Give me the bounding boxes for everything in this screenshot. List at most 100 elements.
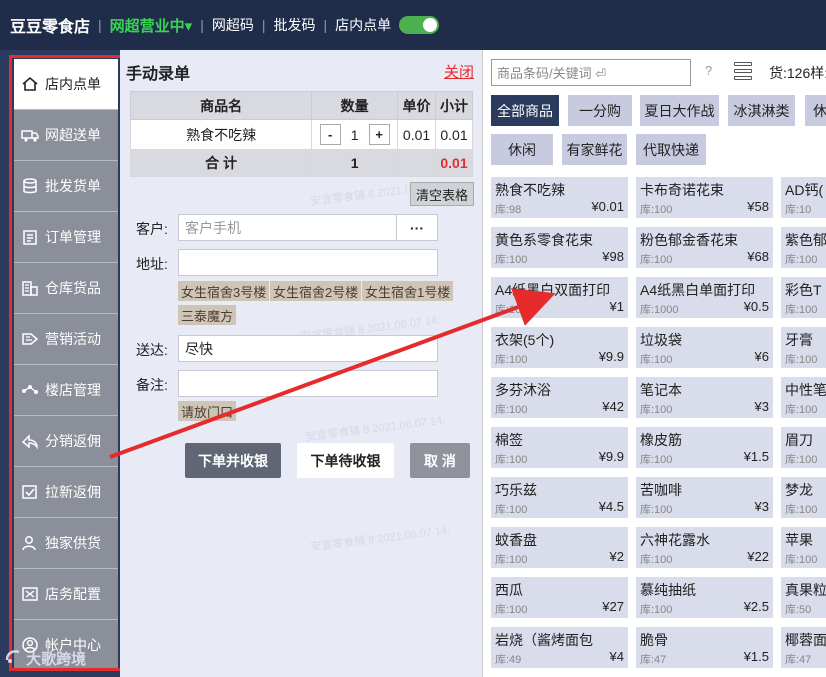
note-tag[interactable]: 请放门口 — [178, 401, 237, 421]
category-tab[interactable]: 夏日大作战 — [640, 95, 719, 126]
sidebar-item[interactable]: 独家供货 — [14, 518, 118, 569]
category-tab[interactable]: 休闲 — [491, 134, 553, 165]
order-pending-pay-button[interactable]: 下单待收银 — [297, 443, 394, 478]
product-card[interactable]: 脆骨 库:47 ¥1.5 — [636, 627, 773, 668]
customer-phone-input[interactable]: 客户手机 — [178, 214, 398, 241]
quantity-stepper: - 1 + — [319, 124, 390, 145]
product-price: ¥3 — [754, 499, 769, 514]
category-tab[interactable]: 全部商品 — [491, 95, 559, 126]
wholesale-code-link[interactable]: 批发码 — [273, 15, 315, 35]
sidebar-item[interactable]: 订单管理 — [14, 212, 118, 263]
cancel-button[interactable]: 取 消 — [410, 443, 470, 478]
list-view-icon[interactable] — [734, 62, 752, 82]
product-card[interactable]: 蚊香盘 库:100 ¥2 — [491, 527, 628, 568]
product-name: 彩色T — [785, 282, 822, 298]
product-stock: 库:100 — [495, 604, 528, 616]
address-tag[interactable]: 女生宿舍2号楼 — [270, 281, 362, 301]
product-card[interactable]: 笔记本 库:100 ¥3 — [636, 377, 773, 418]
product-card[interactable]: 粉色郁金香花束 库:100 ¥68 — [636, 227, 773, 268]
sidebar-item[interactable]: 批发货单 — [14, 161, 118, 212]
product-card[interactable]: 巧乐兹 库:100 ¥4.5 — [491, 477, 628, 518]
col-header-subtotal: 小计 — [435, 91, 473, 120]
check-badge-icon — [20, 482, 40, 502]
order-and-pay-button[interactable]: 下单并收银 — [185, 443, 281, 478]
product-price: ¥1.5 — [743, 449, 769, 464]
quantity-value[interactable]: 1 — [345, 127, 365, 143]
product-card[interactable]: 棉签 库:100 ¥9.9 — [491, 427, 628, 468]
product-name: 中性笔 — [785, 382, 826, 398]
sidebar-item[interactable]: 网超送单 — [14, 110, 118, 161]
product-card[interactable]: 真果粒 库:50 — [781, 577, 826, 618]
in-store-order-toggle[interactable] — [399, 16, 440, 34]
product-card[interactable]: 中性笔 库:100 — [781, 377, 826, 418]
product-card[interactable]: 多芬沐浴 库:100 ¥42 — [491, 377, 628, 418]
sidebar-item[interactable]: 楼店管理 — [14, 365, 118, 416]
sidebar-item-label: 批发货单 — [45, 178, 101, 194]
product-stock: 库:100 — [785, 554, 818, 566]
product-card[interactable]: 椰蓉面 库:47 — [781, 627, 826, 668]
product-price: ¥1.5 — [743, 649, 769, 664]
address-input[interactable] — [178, 249, 438, 276]
product-card[interactable]: A4纸黑白单面打印 库:1000 ¥0.5 — [636, 277, 773, 318]
truck-icon — [20, 125, 40, 145]
category-tab[interactable]: 冰淇淋类 — [728, 95, 795, 126]
product-card[interactable]: 紫色郁 库:100 — [781, 227, 826, 268]
category-tab[interactable]: 休 — [805, 95, 826, 126]
product-card[interactable]: 西瓜 库:100 ¥27 — [491, 577, 628, 618]
stock-summary: 货:126样: — [769, 65, 826, 81]
product-card[interactable]: 岩烧（酱烤面包 库:49 ¥4 — [491, 627, 628, 668]
clear-table-button[interactable]: 清空表格 — [410, 182, 474, 206]
product-card[interactable]: 六神花露水 库:100 ¥22 — [636, 527, 773, 568]
product-stock: 库:98 — [495, 204, 522, 216]
product-card[interactable]: A4纸黑白双面打印 库:100 ¥1 — [491, 277, 628, 318]
product-card[interactable]: 黄色系零食花束 库:100 ¥98 — [491, 227, 628, 268]
category-tab[interactable]: 有家鲜花 — [562, 134, 627, 165]
product-card[interactable]: 橡皮筋 库:100 ¥1.5 — [636, 427, 773, 468]
address-tag[interactable]: 女生宿舍3号楼 — [178, 281, 270, 301]
business-status-dropdown[interactable]: 网超营业中▾ — [110, 15, 193, 36]
help-icon[interactable]: ? — [705, 63, 712, 78]
address-tag[interactable]: 女生宿舍1号楼 — [362, 281, 454, 301]
category-tab[interactable]: 代取快递 — [636, 134, 706, 165]
decrease-button[interactable]: - — [319, 124, 341, 145]
delivery-label: 送达: — [136, 342, 168, 358]
sidebar-item[interactable]: 营销活动 — [14, 314, 118, 365]
product-stock: 库:100 — [640, 354, 673, 366]
product-name: A4纸黑白单面打印 — [640, 282, 756, 298]
address-tag[interactable]: 三泰魔方 — [178, 305, 237, 325]
delivery-time-input[interactable]: 尽快 — [178, 335, 438, 362]
product-price: ¥0.5 — [743, 299, 769, 314]
product-stock: 库:47 — [640, 654, 667, 666]
product-card[interactable]: 眉刀 库:100 — [781, 427, 826, 468]
sidebar-item[interactable]: 仓库货品 — [14, 263, 118, 314]
online-code-link[interactable]: 网超码 — [212, 15, 254, 35]
sidebar-item[interactable]: 拉新返佣 — [14, 467, 118, 518]
product-name: 卡布奇诺花束 — [640, 182, 724, 198]
product-card[interactable]: 牙膏 库:100 — [781, 327, 826, 368]
product-card[interactable]: 苦咖啡 库:100 ¥3 — [636, 477, 773, 518]
product-card[interactable]: AD钙(库:10 — [781, 177, 826, 218]
user-icon — [20, 533, 40, 553]
product-card[interactable]: 衣架(5个) 库:100 ¥9.9 — [491, 327, 628, 368]
product-price: ¥68 — [747, 249, 769, 264]
product-search-input[interactable]: 商品条码/关键词 ⏎ — [491, 59, 691, 86]
product-price: ¥9.9 — [598, 349, 624, 364]
product-card[interactable]: 卡布奇诺花束 库:100 ¥58 — [636, 177, 773, 218]
close-link[interactable]: 关闭 — [444, 61, 474, 82]
note-input[interactable] — [178, 370, 438, 397]
product-card[interactable]: 慕纯抽纸 库:100 ¥2.5 — [636, 577, 773, 618]
product-card[interactable]: 苹果 库:100 — [781, 527, 826, 568]
in-store-order-link[interactable]: 店内点单 — [335, 15, 391, 35]
sidebar-item[interactable]: 店内点单 — [14, 59, 118, 110]
sidebar-item-label: 仓库货品 — [45, 280, 101, 296]
category-tab[interactable]: 一分购 — [568, 95, 632, 126]
total-label: 合 计 — [129, 149, 313, 177]
sidebar-item[interactable]: 店务配置 — [14, 569, 118, 620]
increase-button[interactable]: + — [368, 124, 390, 145]
more-customer-button[interactable]: ··· — [396, 214, 438, 241]
product-card[interactable]: 垃圾袋 库:100 ¥6 — [636, 327, 773, 368]
product-card[interactable]: 熟食不吃辣 库:98 ¥0.01 — [491, 177, 628, 218]
sidebar-item[interactable]: 分销返佣 — [14, 416, 118, 467]
product-card[interactable]: 彩色T 库:100 — [781, 277, 826, 318]
product-card[interactable]: 梦龙 库:100 — [781, 477, 826, 518]
